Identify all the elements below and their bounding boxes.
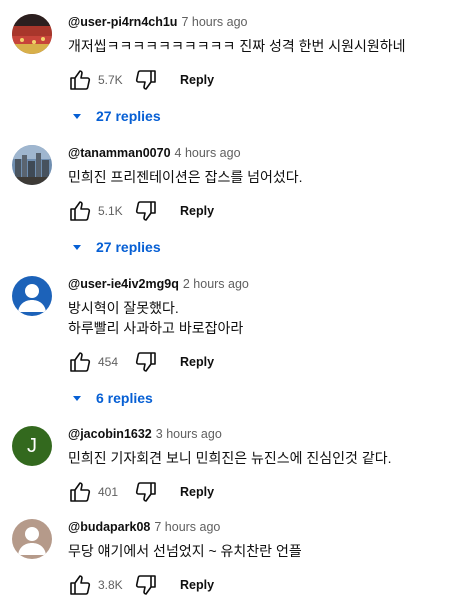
thumbs-up-icon[interactable] [68, 480, 92, 504]
thumbs-up-icon[interactable] [68, 68, 92, 92]
comment-meta: @user-ie4iv2mg9q 2 hours ago [68, 276, 459, 292]
comments-feed: @user-pi4rn4ch1u 7 hours ago 개저씹ㅋㅋㅋㅋㅋㅋㅋㅋㅋ… [0, 0, 469, 600]
avatar-letter: J [27, 434, 37, 457]
caret-down-icon [72, 393, 82, 403]
comment-text-line: 하루빨리 사과하고 바로잡아라 [68, 320, 244, 336]
photo-crowd-avatar-icon [12, 14, 52, 54]
comment-meta: @budapark08 7 hours ago [68, 519, 459, 535]
thumbs-down-icon[interactable] [134, 68, 158, 92]
author-handle[interactable]: @jacobin1632 [68, 427, 152, 441]
thumbs-down-icon[interactable] [134, 480, 158, 504]
thumbs-down-icon[interactable] [134, 199, 158, 223]
comment-text: 민희진 기자회견 보니 민희진은 뉴진스에 진심인것 같다. [68, 448, 459, 468]
comment-time[interactable]: 3 hours ago [156, 427, 222, 441]
thumbs-down-icon[interactable] [134, 573, 158, 597]
view-replies-button[interactable]: 6 replies [72, 390, 459, 406]
avatar[interactable] [12, 276, 52, 316]
comment-time[interactable]: 7 hours ago [181, 15, 247, 29]
thumbs-up-icon[interactable] [68, 199, 92, 223]
comment-actions: 401 Reply [68, 480, 459, 504]
author-handle[interactable]: @tanamman0070 [68, 146, 171, 160]
reply-button[interactable]: Reply [180, 578, 214, 592]
thumbs-up-icon[interactable] [68, 573, 92, 597]
comment-time[interactable]: 7 hours ago [154, 520, 220, 534]
replies-label: 6 replies [96, 390, 153, 406]
reply-button[interactable]: Reply [180, 485, 214, 499]
caret-down-icon [72, 111, 82, 121]
comment-text-line: 개저씹ㅋㅋㅋㅋㅋㅋㅋㅋㅋㅋ 진짜 성격 한번 시원시원하네 [68, 38, 406, 54]
replies-label: 27 replies [96, 108, 161, 124]
comment-text: 무당 얘기에서 선넘었지 ~ 유치찬란 언플 [68, 541, 459, 561]
comment-actions: 5.1K Reply [68, 199, 459, 223]
author-handle[interactable]: @user-ie4iv2mg9q [68, 277, 179, 291]
comment-time[interactable]: 4 hours ago [175, 146, 241, 160]
comment-actions: 454 Reply [68, 350, 459, 374]
reply-button[interactable]: Reply [180, 355, 214, 369]
avatar[interactable] [12, 519, 52, 559]
avatar[interactable]: J [12, 426, 52, 466]
comment-text-line: 방시혁이 잘못했다. [68, 300, 179, 316]
view-replies-button[interactable]: 27 replies [72, 108, 459, 124]
comment-text: 방시혁이 잘못했다. 하루빨리 사과하고 바로잡아라 [68, 298, 459, 338]
reply-button[interactable]: Reply [180, 204, 214, 218]
comment-meta: @user-pi4rn4ch1u 7 hours ago [68, 14, 459, 30]
comment-meta: @tanamman0070 4 hours ago [68, 145, 459, 161]
default-person-icon [12, 519, 52, 559]
thumbs-down-icon[interactable] [134, 350, 158, 374]
comment-text: 개저씹ㅋㅋㅋㅋㅋㅋㅋㅋㅋㅋ 진짜 성격 한번 시원시원하네 [68, 36, 459, 56]
author-handle[interactable]: @budapark08 [68, 520, 150, 534]
like-count: 5.1K [98, 204, 123, 218]
replies-label: 27 replies [96, 239, 161, 255]
default-person-icon [12, 276, 52, 316]
comment-text-line: 민희진 프리젠테이션은 잡스를 넘어섰다. [68, 169, 303, 185]
like-count: 401 [98, 485, 119, 499]
avatar[interactable] [12, 145, 52, 185]
author-handle[interactable]: @user-pi4rn4ch1u [68, 15, 177, 29]
avatar[interactable] [12, 14, 52, 54]
like-count: 5.7K [98, 73, 123, 87]
thumbs-up-icon[interactable] [68, 350, 92, 374]
view-replies-button[interactable]: 27 replies [72, 239, 459, 255]
comment-text-line: 민희진 기자회견 보니 민희진은 뉴진스에 진심인것 같다. [68, 450, 392, 466]
like-count: 454 [98, 355, 119, 369]
reply-button[interactable]: Reply [180, 73, 214, 87]
caret-down-icon [72, 242, 82, 252]
like-count: 3.8K [98, 578, 123, 592]
photo-city-avatar-icon [12, 145, 52, 185]
comment-text: 민희진 프리젠테이션은 잡스를 넘어섰다. [68, 167, 459, 187]
comment-actions: 3.8K Reply [68, 573, 459, 597]
comment-text-line: 무당 얘기에서 선넘었지 ~ 유치찬란 언플 [68, 543, 302, 559]
comment-actions: 5.7K Reply [68, 68, 459, 92]
comment-time[interactable]: 2 hours ago [183, 277, 249, 291]
comment-meta: @jacobin1632 3 hours ago [68, 426, 459, 442]
